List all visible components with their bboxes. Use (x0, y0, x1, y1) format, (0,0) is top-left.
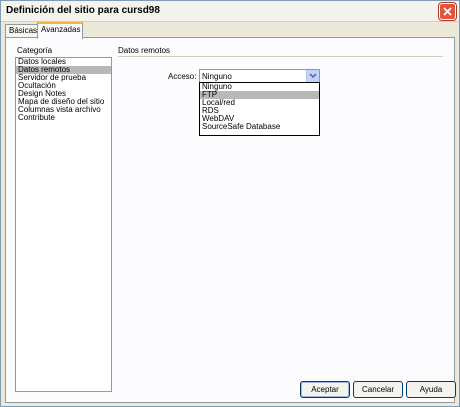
tab-panel: Categoría Datos locales Datos remotos Se… (5, 37, 456, 403)
help-button[interactable]: Ayuda (406, 381, 456, 398)
close-icon (443, 7, 452, 16)
category-item-contribute[interactable]: Contribute (16, 114, 111, 122)
access-option-ninguno[interactable]: Ninguno (200, 83, 319, 91)
tab-avanzadas[interactable]: Avanzadas (37, 22, 83, 39)
access-label: Acceso: (168, 72, 197, 81)
category-list[interactable]: Datos locales Datos remotos Servidor de … (15, 57, 112, 392)
access-select-value: Ninguno (202, 72, 232, 81)
tab-avanzadas-label: Avanzadas (41, 25, 81, 34)
tab-basicas[interactable]: Básicas (5, 24, 41, 38)
chevron-down-icon (309, 73, 317, 79)
tab-basicas-label: Básicas (9, 26, 38, 35)
ok-button[interactable]: Aceptar (300, 381, 350, 398)
cancel-button[interactable]: Cancelar (353, 381, 403, 398)
dialog-window: Definición del sitio para cursd98 Básica… (0, 0, 460, 407)
access-option-sourcesafe[interactable]: SourceSafe Database (200, 123, 319, 131)
title-bar[interactable]: Definición del sitio para cursd98 (1, 1, 459, 22)
access-select-arrow[interactable] (306, 70, 319, 82)
window-title: Definición del sitio para cursd98 (6, 5, 160, 16)
section-divider (118, 56, 443, 57)
section-title: Datos remotos (118, 46, 171, 55)
access-dropdown-list: Ninguno FTP Local/red RDS WebDAV SourceS… (199, 82, 320, 136)
category-label: Categoría (17, 46, 53, 55)
access-select[interactable]: Ninguno (199, 69, 320, 83)
close-button[interactable] (439, 3, 456, 20)
